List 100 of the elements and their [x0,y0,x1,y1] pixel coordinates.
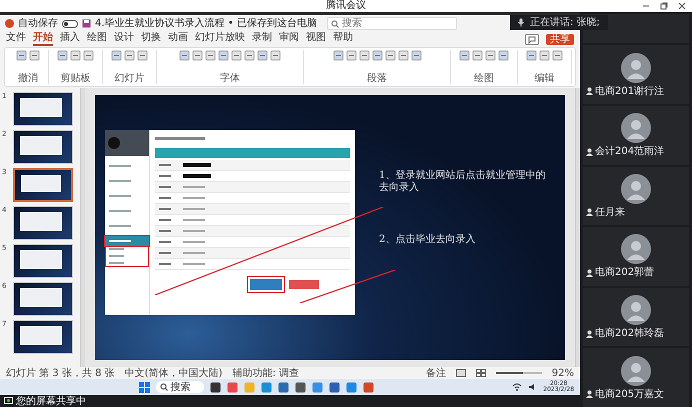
group-label: 字体 [220,73,240,84]
tool-icon[interactable] [498,50,509,61]
participant-name: 电商202韩玲磊 [595,328,664,340]
ribbon-tab[interactable]: 帮助 [333,32,353,46]
tool-icon[interactable] [410,50,422,61]
scrollbar[interactable] [80,88,85,367]
search-field[interactable]: 搜索 [326,17,457,30]
start-icon[interactable] [138,382,150,392]
slide-thumbnail[interactable] [13,168,73,202]
avatar [621,295,651,326]
ribbon-tab[interactable]: 幻灯片放映 [195,32,245,46]
tool-icon[interactable] [29,50,40,61]
redaction-mark [108,137,120,149]
tool-icon[interactable] [57,50,68,61]
app-logo-icon [5,19,14,28]
slide-thumbnail[interactable] [13,92,73,126]
tool-icon[interactable] [270,50,281,61]
group-label: 撤消 [18,73,38,84]
ribbon-tab[interactable]: 切换 [141,32,161,46]
avatar [621,356,651,386]
web-button[interactable] [246,276,284,293]
document-title: 4.毕业生就业协议书录入流程 • 已保存到这台电脑 [95,18,317,30]
slide-counter: 幻灯片 第 3 张，共 8 张 [6,368,115,378]
person-icon [586,208,593,216]
microphone-icon [518,18,524,27]
ribbon-tab[interactable]: 插入 [60,32,80,46]
slide-note: 2、点击毕业去向录入 [379,234,476,246]
slide-thumbnail[interactable] [13,282,73,316]
group-label: 编辑 [534,73,554,84]
person-icon [586,390,593,398]
tool-icon[interactable] [358,50,370,61]
ribbon-tab[interactable]: 审阅 [279,32,299,46]
scrollbar[interactable] [575,88,580,367]
person-icon [586,148,593,156]
tool-icon[interactable] [526,50,537,61]
comment-icon[interactable] [525,34,539,44]
language-label: 中文(简体，中国大陆) [124,368,222,378]
slide-thumbnail[interactable] [13,206,73,240]
accessibility-label[interactable]: 辅助功能: 调查 [232,368,299,378]
share-button[interactable]: 共享 [546,34,574,44]
participant-name: 电商202郭蕾 [595,267,654,278]
tool-icon[interactable] [70,50,81,61]
speaker-name: 正在讲话: 张晓; [530,17,600,28]
group-label: 幻灯片 [114,73,144,84]
participant-name: 任月来 [595,206,625,218]
tool-icon[interactable] [111,50,122,61]
participant-name: 电商205万嘉文 [595,388,664,400]
tool-icon[interactable] [257,50,268,61]
ribbon-tab[interactable]: 动画 [168,32,188,46]
slide-thumbnail[interactable] [13,320,73,354]
autosave-toggle[interactable] [62,20,78,28]
tool-icon[interactable] [384,50,396,61]
normal-view-icon[interactable] [456,369,466,377]
person-icon [586,87,593,96]
ribbon-tab[interactable]: 文件 [6,32,26,46]
save-icon[interactable] [82,19,91,28]
tool-icon[interactable] [218,50,229,61]
app-icon[interactable] [278,382,289,392]
tool-icon[interactable] [346,50,356,61]
restore-icon[interactable] [660,2,668,10]
app-icon[interactable] [210,382,221,392]
tool-icon[interactable] [231,50,242,61]
ribbon-tab[interactable]: 录制 [252,32,272,46]
tool-icon[interactable] [398,50,408,61]
avatar [621,113,651,144]
wifi-icon[interactable] [512,383,522,391]
slide-note: 1、登录就业网站后点击就业管理中的去向录入 [379,170,546,194]
ribbon-tab[interactable]: 设计 [114,32,134,46]
tool-icon[interactable] [372,50,382,61]
taskbar-search[interactable]: 搜索 [156,381,204,393]
tool-icon[interactable] [16,50,27,61]
tool-icon[interactable] [244,50,255,61]
group-label: 段落 [367,73,387,84]
tool-icon[interactable] [137,50,148,61]
tool-icon[interactable] [124,50,135,61]
close-icon[interactable] [678,2,686,10]
slide-thumbnail[interactable] [13,244,73,278]
app-icon[interactable] [294,382,306,392]
tool-icon[interactable] [83,50,94,61]
tool-icon[interactable] [205,50,216,61]
autosave-label: 自动保存 [18,18,58,30]
tool-icon[interactable] [459,50,470,61]
ribbon-tab[interactable]: 绘图 [87,32,107,46]
tool-icon[interactable] [179,50,190,61]
slide-thumbnail[interactable] [13,130,73,164]
zoom-percent: 92% [552,368,574,378]
grid-view-icon[interactable] [476,369,486,377]
notes-button[interactable]: 备注 [426,368,446,378]
tool-icon[interactable] [552,50,563,61]
ribbon-tab[interactable]: 视图 [306,32,326,46]
search-icon [160,383,168,391]
tool-icon[interactable] [472,50,483,61]
app-icon[interactable] [328,382,340,392]
tool-icon[interactable] [485,50,496,61]
menu-item[interactable] [105,236,149,246]
group-label: 绘图 [474,73,494,84]
tool-icon[interactable] [539,50,550,61]
tool-icon[interactable] [192,50,203,61]
zoom-slider[interactable] [496,369,542,377]
tool-icon[interactable] [332,50,344,61]
